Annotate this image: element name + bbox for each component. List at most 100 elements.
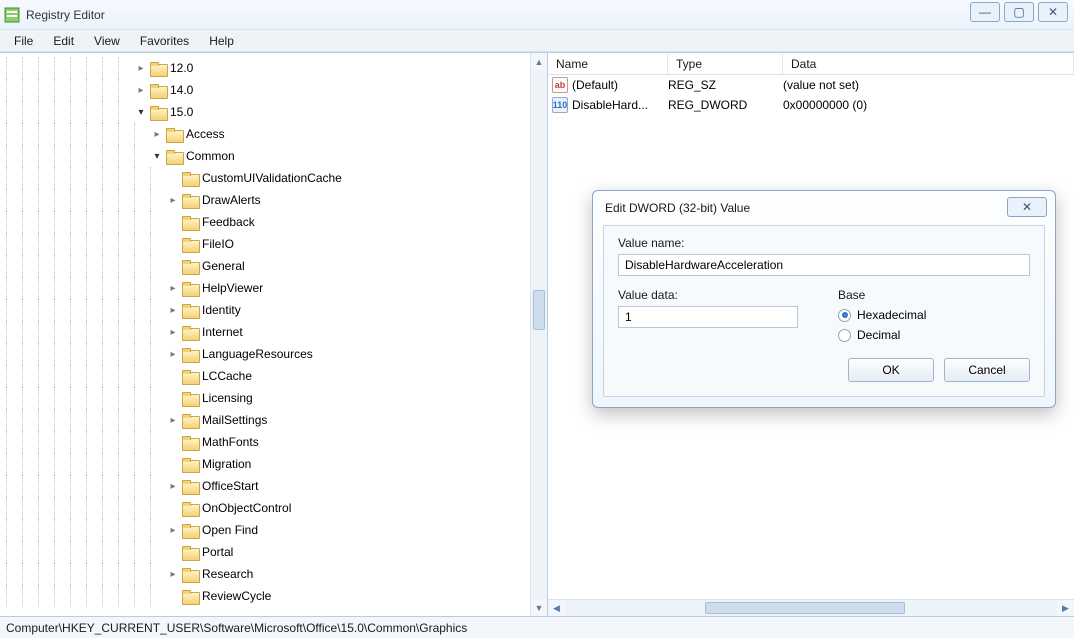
expander-icon[interactable]: ▸ (166, 281, 180, 295)
col-name[interactable]: Name (548, 53, 668, 74)
expander-icon[interactable]: ▸ (134, 83, 148, 97)
scroll-down-icon[interactable]: ▼ (531, 599, 547, 616)
value-name: (Default) (572, 78, 668, 92)
menu-file[interactable]: File (4, 32, 43, 50)
tree-label: Identity (202, 303, 241, 317)
status-path: Computer\HKEY_CURRENT_USER\Software\Micr… (6, 621, 467, 635)
expander-icon[interactable]: ▸ (166, 325, 180, 339)
edit-dword-dialog: Edit DWORD (32-bit) Value ✕ Value name: … (592, 190, 1056, 408)
tree-item[interactable]: ▸ OfficeStart (0, 475, 547, 497)
value-row[interactable]: 110DisableHard...REG_DWORD0x00000000 (0) (548, 95, 1074, 115)
tree-label: OfficeStart (202, 479, 258, 493)
tree-item[interactable]: ▸ HelpViewer (0, 277, 547, 299)
value-name-input[interactable] (618, 254, 1030, 276)
menu-help[interactable]: Help (199, 32, 244, 50)
tree-item[interactable]: ▸14.0 (0, 79, 547, 101)
ok-button[interactable]: OK (848, 358, 934, 382)
value-name: DisableHard... (572, 98, 668, 112)
tree-label: 12.0 (170, 61, 193, 75)
tree-item[interactable]: ▸ Research (0, 563, 547, 585)
tree-label: LCCache (202, 369, 252, 383)
tree-item[interactable]: ▸Feedback (0, 211, 547, 233)
folder-icon (182, 414, 198, 427)
cancel-button[interactable]: Cancel (944, 358, 1030, 382)
menu-edit[interactable]: Edit (43, 32, 84, 50)
radio-hex-label: Hexadecimal (857, 308, 926, 322)
menu-view[interactable]: View (84, 32, 130, 50)
tree-item[interactable]: ▸OnObjectControl (0, 497, 547, 519)
radio-hex[interactable] (838, 309, 851, 322)
folder-icon (182, 436, 198, 449)
radio-dec-row[interactable]: Decimal (838, 328, 1030, 342)
tree-item[interactable]: ▸MailSettings (0, 409, 547, 431)
scroll-right-icon[interactable]: ▶ (1057, 600, 1074, 616)
tree-label: Research (202, 567, 253, 581)
tree-item[interactable]: ▸Portal (0, 541, 547, 563)
tree-item[interactable]: ▸Open Find (0, 519, 547, 541)
expander-icon[interactable]: ▸ (166, 413, 180, 427)
tree-item[interactable]: ▸ Internet (0, 321, 547, 343)
folder-icon (182, 172, 198, 185)
tree-item[interactable]: ▸FileIO (0, 233, 547, 255)
maximize-button[interactable]: ▢ (1004, 2, 1034, 22)
col-type[interactable]: Type (668, 53, 783, 74)
tree-item[interactable]: ▾15.0 (0, 101, 547, 123)
expander-icon[interactable]: ▸ (166, 303, 180, 317)
value-data-input[interactable] (618, 306, 798, 328)
folder-icon (150, 84, 166, 97)
tree-item[interactable]: ▸ Access (0, 123, 547, 145)
folder-icon (182, 370, 198, 383)
expander-icon[interactable]: ▾ (134, 105, 148, 119)
tree-item[interactable]: ▸ Identity (0, 299, 547, 321)
tree-item[interactable]: ▸LCCache (0, 365, 547, 387)
tree-label: LanguageResources (202, 347, 313, 361)
folder-icon (182, 260, 198, 273)
tree-label: Internet (202, 325, 243, 339)
tree-item[interactable]: ▸DrawAlerts (0, 189, 547, 211)
tree-label: Access (186, 127, 225, 141)
radio-hex-row[interactable]: Hexadecimal (838, 308, 1030, 322)
tree-item[interactable]: ▸Migration (0, 453, 547, 475)
folder-icon (182, 590, 198, 603)
tree-label: Migration (202, 457, 251, 471)
scroll-up-icon[interactable]: ▲ (531, 53, 547, 70)
expander-icon[interactable]: ▾ (150, 149, 164, 163)
hscroll-thumb[interactable] (705, 602, 905, 614)
folder-icon (182, 194, 198, 207)
menu-favorites[interactable]: Favorites (130, 32, 199, 50)
expander-icon[interactable]: ▸ (166, 347, 180, 361)
tree-item[interactable]: ▾ Common (0, 145, 547, 167)
tree-item[interactable]: ▸ 12.0 (0, 57, 547, 79)
tree-label: Feedback (202, 215, 255, 229)
expander-icon[interactable]: ▸ (166, 479, 180, 493)
scroll-left-icon[interactable]: ◀ (548, 600, 565, 616)
col-data[interactable]: Data (783, 53, 1074, 74)
scroll-thumb[interactable] (533, 290, 545, 330)
tree-item[interactable]: ▸Licensing (0, 387, 547, 409)
tree-item[interactable]: ▸ReviewCycle (0, 585, 547, 607)
minimize-button[interactable]: — (970, 2, 1000, 22)
tree-item[interactable]: ▸General (0, 255, 547, 277)
tree-label: Common (186, 149, 235, 163)
tree-item[interactable]: ▸ LanguageResources (0, 343, 547, 365)
expander-icon[interactable]: ▸ (134, 61, 148, 75)
expander-icon[interactable]: ▸ (166, 523, 180, 537)
folder-icon (182, 546, 198, 559)
value-row[interactable]: ab(Default)REG_SZ(value not set) (548, 75, 1074, 95)
list-hscrollbar[interactable]: ◀ ▶ (548, 599, 1074, 616)
value-type: REG_SZ (668, 78, 783, 92)
expander-icon[interactable]: ▸ (150, 127, 164, 141)
tree-item[interactable]: ▸MathFonts (0, 431, 547, 453)
tree-scrollbar[interactable]: ▲ ▼ (530, 53, 547, 616)
value-data: 0x00000000 (0) (783, 98, 1074, 112)
folder-icon (166, 128, 182, 141)
tree-item[interactable]: ▸CustomUIValidationCache (0, 167, 547, 189)
status-bar: Computer\HKEY_CURRENT_USER\Software\Micr… (0, 616, 1074, 638)
close-button[interactable]: ✕ (1038, 2, 1068, 22)
radio-dec[interactable] (838, 329, 851, 342)
expander-icon[interactable]: ▸ (166, 193, 180, 207)
dialog-close-button[interactable]: ✕ (1007, 197, 1047, 217)
expander-icon[interactable]: ▸ (166, 567, 180, 581)
tree-label: HelpViewer (202, 281, 263, 295)
folder-icon (182, 216, 198, 229)
